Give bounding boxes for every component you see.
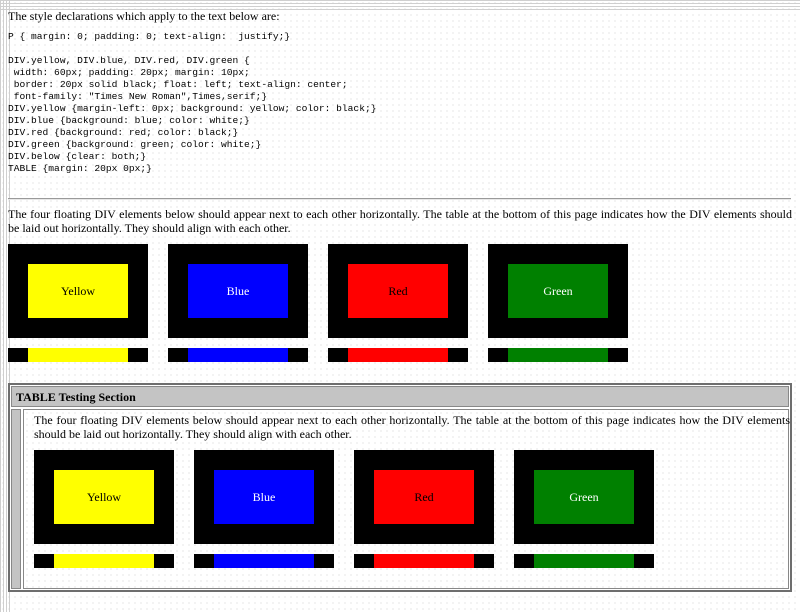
table-header-cell: TABLE Testing Section bbox=[11, 386, 789, 407]
yellow-box: Yellow bbox=[8, 244, 148, 338]
table-blue-reference-bar bbox=[194, 554, 334, 568]
table-blue-reference-fill bbox=[214, 554, 314, 568]
green-box-label: Green bbox=[543, 284, 573, 298]
table-yellow-box: Yellow bbox=[34, 450, 174, 544]
green-box: Green bbox=[488, 244, 628, 338]
yellow-reference-bar bbox=[8, 348, 148, 362]
table-green-box-label: Green bbox=[569, 490, 599, 504]
table-green-reference-fill bbox=[534, 554, 634, 568]
table-description-paragraph: The four floating DIV elements below sho… bbox=[34, 413, 790, 441]
table-red-reference-bar bbox=[354, 554, 494, 568]
table-yellow-reference-bar bbox=[34, 554, 174, 568]
table-content-cell: The four floating DIV elements below sho… bbox=[23, 409, 790, 589]
table-green-reference-bar bbox=[514, 554, 654, 568]
red-reference-fill bbox=[348, 348, 448, 362]
table-yellow-box-label: Yellow bbox=[86, 490, 122, 504]
blue-box-label: Blue bbox=[226, 284, 250, 298]
table-red-reference-fill bbox=[374, 554, 474, 568]
intro-text: The style declarations which apply to th… bbox=[8, 9, 280, 23]
blue-reference-fill bbox=[188, 348, 288, 362]
table-yellow-reference-fill bbox=[54, 554, 154, 568]
green-reference-bar bbox=[488, 348, 628, 362]
red-reference-bar bbox=[328, 348, 468, 362]
green-reference-fill bbox=[508, 348, 608, 362]
table-red-box: Red bbox=[354, 450, 494, 544]
horizontal-rule bbox=[8, 198, 791, 200]
table-blue-box-label: Blue bbox=[252, 490, 276, 504]
blue-box: Blue bbox=[168, 244, 308, 338]
yellow-reference-fill bbox=[28, 348, 128, 362]
blue-reference-bar bbox=[168, 348, 308, 362]
table-green-box: Green bbox=[514, 450, 654, 544]
table-red-box-label: Red bbox=[414, 490, 434, 504]
red-box: Red bbox=[328, 244, 468, 338]
table-heading: TABLE Testing Section bbox=[16, 390, 136, 404]
table-testing-section: TABLE Testing Section The four floating … bbox=[8, 383, 792, 592]
yellow-box-label: Yellow bbox=[60, 284, 96, 298]
table-blue-box: Blue bbox=[194, 450, 334, 544]
css-code-block: P { margin: 0; padding: 0; text-align: j… bbox=[8, 31, 377, 174]
description-paragraph: The four floating DIV elements below sho… bbox=[8, 207, 792, 235]
table-side-cell bbox=[11, 409, 21, 589]
red-box-label: Red bbox=[388, 284, 408, 298]
